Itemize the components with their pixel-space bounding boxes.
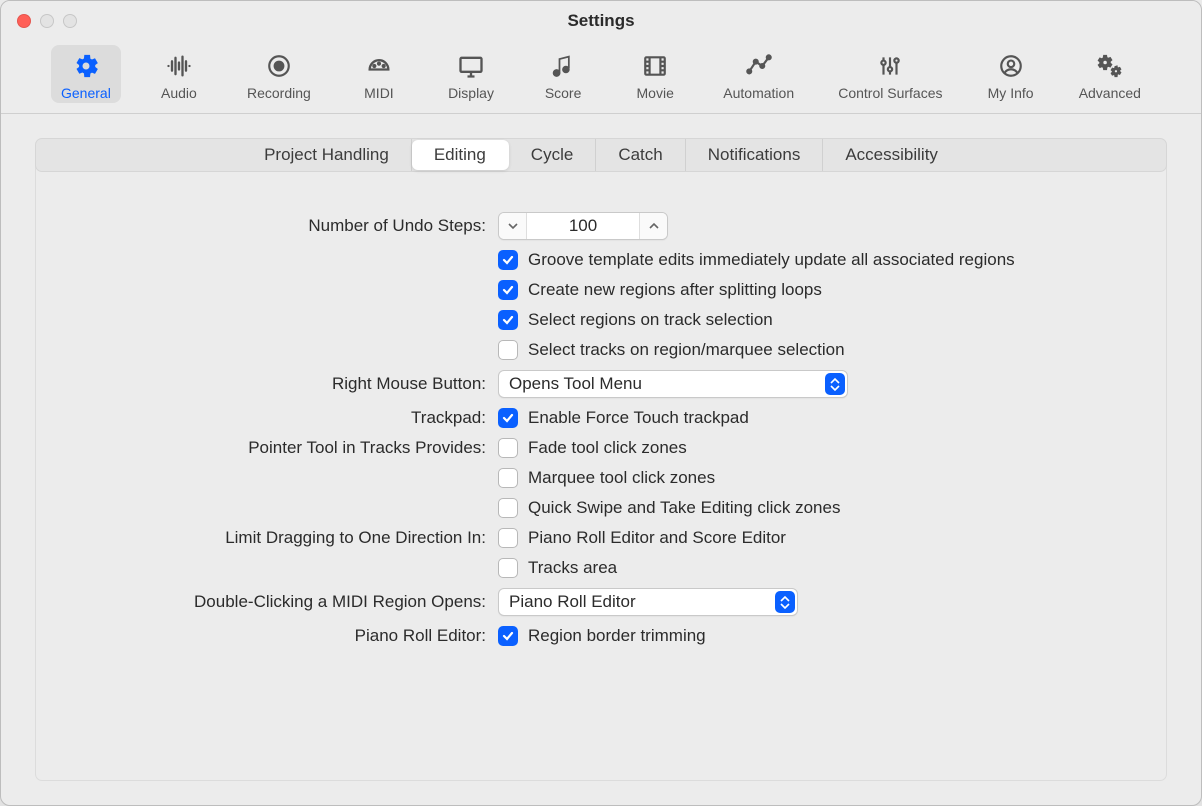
settings-window: Settings General Audio Recording MIDI	[0, 0, 1202, 806]
gears-icon	[1095, 51, 1125, 81]
tab-advanced[interactable]: Advanced	[1069, 45, 1151, 103]
checkbox-quick-swipe[interactable]: Quick Swipe and Take Editing click zones	[498, 498, 1126, 518]
dblclick-popup[interactable]: Piano Roll Editor	[498, 588, 798, 616]
checkbox-label: Enable Force Touch trackpad	[528, 408, 749, 428]
sliders-icon	[877, 51, 903, 81]
close-window-button[interactable]	[17, 14, 31, 28]
checkmark-icon	[498, 438, 518, 458]
tab-display[interactable]: Display	[437, 45, 505, 103]
tab-label: Movie	[637, 85, 674, 101]
checkbox-select-tracks[interactable]: Select tracks on region/marquee selectio…	[498, 340, 1126, 360]
checkbox-groove-template[interactable]: Groove template edits immediately update…	[498, 250, 1126, 270]
pointer-tool-label: Pointer Tool in Tracks Provides:	[76, 438, 486, 458]
checkmark-icon	[498, 250, 518, 270]
checkbox-border-trim[interactable]: Region border trimming	[498, 626, 706, 646]
tab-automation[interactable]: Automation	[713, 45, 804, 103]
tab-movie[interactable]: Movie	[621, 45, 689, 103]
dblclick-label: Double-Clicking a MIDI Region Opens:	[76, 592, 486, 612]
general-subtabs: Project Handling Editing Cycle Catch Not…	[35, 138, 1167, 172]
piano-roll-label: Piano Roll Editor:	[76, 626, 486, 646]
checkbox-create-regions[interactable]: Create new regions after splitting loops	[498, 280, 1126, 300]
subtab-editing[interactable]: Editing	[412, 140, 509, 170]
checkbox-tracks-area[interactable]: Tracks area	[498, 558, 1126, 578]
preferences-toolbar: General Audio Recording MIDI Display	[1, 41, 1201, 114]
midi-port-icon	[365, 51, 393, 81]
checkbox-force-touch[interactable]: Enable Force Touch trackpad	[498, 408, 749, 428]
undo-steps-label: Number of Undo Steps:	[76, 216, 486, 236]
checkbox-label: Quick Swipe and Take Editing click zones	[528, 498, 840, 518]
tab-label: Recording	[247, 85, 311, 101]
checkbox-label: Tracks area	[528, 558, 617, 578]
tab-label: My Info	[988, 85, 1034, 101]
gear-icon	[72, 51, 100, 81]
checkbox-label: Groove template edits immediately update…	[528, 250, 1015, 270]
tab-my-info[interactable]: My Info	[977, 45, 1045, 103]
checkbox-marquee-tool[interactable]: Marquee tool click zones	[498, 468, 1126, 488]
window-controls	[1, 14, 77, 28]
checkbox-label: Marquee tool click zones	[528, 468, 715, 488]
tab-midi[interactable]: MIDI	[345, 45, 413, 103]
tab-label: Control Surfaces	[838, 85, 942, 101]
right-mouse-popup[interactable]: Opens Tool Menu	[498, 370, 848, 398]
tab-general[interactable]: General	[51, 45, 121, 103]
checkmark-icon	[498, 280, 518, 300]
tab-control-surfaces[interactable]: Control Surfaces	[828, 45, 952, 103]
tab-label: Score	[545, 85, 582, 101]
checkbox-label: Piano Roll Editor and Score Editor	[528, 528, 786, 548]
music-notes-icon	[549, 51, 577, 81]
subtab-catch[interactable]: Catch	[596, 139, 685, 171]
checkmark-icon	[498, 408, 518, 428]
checkbox-label: Select regions on track selection	[528, 310, 773, 330]
minimize-window-button[interactable]	[40, 14, 54, 28]
tab-label: MIDI	[364, 85, 394, 101]
checkmark-icon	[498, 310, 518, 330]
checkbox-label: Region border trimming	[528, 626, 706, 646]
tab-label: Display	[448, 85, 494, 101]
checkbox-label: Fade tool click zones	[528, 438, 687, 458]
undo-steps-stepper[interactable]: 100	[498, 212, 668, 240]
tab-label: Automation	[723, 85, 794, 101]
popup-arrows-icon	[825, 373, 845, 395]
monitor-icon	[457, 51, 485, 81]
stepper-decrement[interactable]	[499, 213, 527, 239]
subtab-cycle[interactable]: Cycle	[509, 139, 597, 171]
limit-drag-label: Limit Dragging to One Direction In:	[76, 528, 486, 548]
popup-value: Piano Roll Editor	[509, 592, 636, 612]
automation-curve-icon	[744, 51, 774, 81]
tab-recording[interactable]: Recording	[237, 45, 321, 103]
subtab-notifications[interactable]: Notifications	[686, 139, 824, 171]
checkbox-piano-score[interactable]: Piano Roll Editor and Score Editor	[498, 528, 786, 548]
checkmark-icon	[498, 558, 518, 578]
undo-steps-value[interactable]: 100	[527, 213, 639, 239]
tab-label: Advanced	[1079, 85, 1141, 101]
right-mouse-label: Right Mouse Button:	[76, 374, 486, 394]
trackpad-label: Trackpad:	[76, 408, 486, 428]
checkbox-label: Select tracks on region/marquee selectio…	[528, 340, 845, 360]
popup-value: Opens Tool Menu	[509, 374, 642, 394]
waveform-icon	[165, 51, 193, 81]
editing-settings-panel: Number of Undo Steps: 100 Groove tem	[35, 155, 1167, 781]
checkmark-icon	[498, 468, 518, 488]
checkmark-icon	[498, 626, 518, 646]
tab-label: Audio	[161, 85, 197, 101]
stepper-increment[interactable]	[639, 213, 667, 239]
record-icon	[266, 51, 292, 81]
zoom-window-button[interactable]	[63, 14, 77, 28]
checkmark-icon	[498, 340, 518, 360]
window-title: Settings	[1, 11, 1201, 31]
checkbox-fade-tool[interactable]: Fade tool click zones	[498, 438, 687, 458]
titlebar: Settings	[1, 1, 1201, 41]
checkmark-icon	[498, 498, 518, 518]
tab-label: General	[61, 85, 111, 101]
checkbox-select-regions[interactable]: Select regions on track selection	[498, 310, 1126, 330]
tab-score[interactable]: Score	[529, 45, 597, 103]
subtab-project-handling[interactable]: Project Handling	[242, 139, 412, 171]
user-circle-icon	[998, 51, 1024, 81]
film-icon	[642, 51, 668, 81]
checkmark-icon	[498, 528, 518, 548]
tab-audio[interactable]: Audio	[145, 45, 213, 103]
popup-arrows-icon	[775, 591, 795, 613]
checkbox-label: Create new regions after splitting loops	[528, 280, 822, 300]
subtab-accessibility[interactable]: Accessibility	[823, 139, 960, 171]
